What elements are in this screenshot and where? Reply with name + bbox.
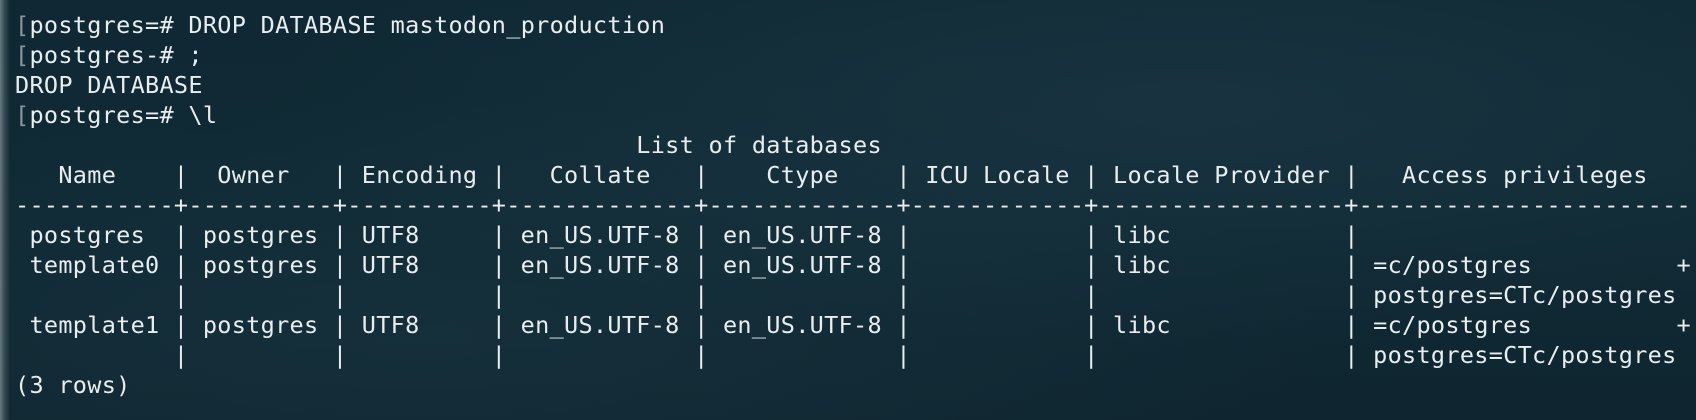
- terminal-line-list-command: [postgres=# \l: [15, 100, 1691, 130]
- table-separator: -----------+----------+----------+------…: [15, 190, 1691, 220]
- terminal-output[interactable]: [postgres=# DROP DATABASE mastodon_produ…: [15, 10, 1691, 400]
- line-text: | | | | | | | postgres=CTc/postgres: [15, 281, 1677, 309]
- table-title: List of databases: [15, 130, 1691, 160]
- table-row: template1 | postgres | UTF8 | en_US.UTF-…: [15, 310, 1691, 340]
- line-text: postgres=# \l: [29, 101, 218, 129]
- line-text: template0 | postgres | UTF8 | en_US.UTF-…: [15, 251, 1691, 279]
- line-text: postgres=# DROP DATABASE mastodon_produc…: [29, 11, 666, 39]
- line-text: DROP DATABASE: [15, 71, 203, 99]
- line-text: (3 rows): [15, 371, 131, 399]
- line-text: | | | | | | | postgres=CTc/postgres: [15, 341, 1677, 369]
- line-text: postgres-# ;: [29, 41, 203, 69]
- terminal-line-semicolon: [postgres-# ;: [15, 40, 1691, 70]
- table-header-row: Name | Owner | Encoding | Collate | Ctyp…: [15, 160, 1691, 190]
- row-count: (3 rows): [15, 370, 1691, 400]
- line-marker: [: [15, 41, 30, 69]
- window-edge: [0, 0, 10, 420]
- line-text: -----------+----------+----------+------…: [15, 191, 1691, 219]
- line-marker: [: [15, 11, 30, 39]
- terminal-window[interactable]: [postgres=# DROP DATABASE mastodon_produ…: [0, 0, 1696, 420]
- line-marker: [: [15, 101, 30, 129]
- table-row: template0 | postgres | UTF8 | en_US.UTF-…: [15, 250, 1691, 280]
- terminal-line-drop-command: [postgres=# DROP DATABASE mastodon_produ…: [15, 10, 1691, 40]
- line-text: template1 | postgres | UTF8 | en_US.UTF-…: [15, 311, 1691, 339]
- terminal-line-drop-result: DROP DATABASE: [15, 70, 1691, 100]
- table-row-continuation: | | | | | | | postgres=CTc/postgres: [15, 340, 1691, 370]
- line-text: List of databases: [15, 131, 882, 159]
- table-row: postgres | postgres | UTF8 | en_US.UTF-8…: [15, 220, 1691, 250]
- line-text: postgres | postgres | UTF8 | en_US.UTF-8…: [15, 221, 1359, 249]
- table-row-continuation: | | | | | | | postgres=CTc/postgres: [15, 280, 1691, 310]
- line-text: Name | Owner | Encoding | Collate | Ctyp…: [15, 161, 1648, 189]
